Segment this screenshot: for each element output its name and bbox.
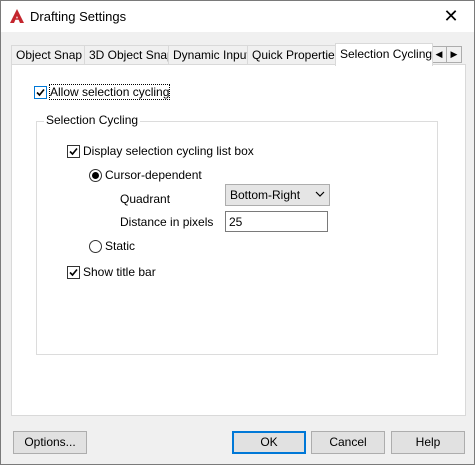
show-title-bar-label[interactable]: Show title bar xyxy=(83,265,156,279)
tab-dynamic-input[interactable]: Dynamic Input xyxy=(168,45,250,65)
drafting-settings-dialog: Drafting Settings ✕ Object Snap 3D Objec… xyxy=(0,0,475,465)
title-bar: Drafting Settings ✕ xyxy=(1,1,474,32)
group-title: Selection Cycling xyxy=(44,113,141,127)
help-button[interactable]: Help xyxy=(391,431,465,454)
tab-scroll-right-icon[interactable]: ▶ xyxy=(446,46,462,63)
tab-quick-properties[interactable]: Quick Properties xyxy=(247,45,341,65)
window-title: Drafting Settings xyxy=(30,9,127,24)
tab-object-snap[interactable]: Object Snap xyxy=(11,45,85,65)
checkmark-icon xyxy=(69,147,78,156)
display-list-box-checkbox[interactable] xyxy=(67,145,80,158)
display-list-box-label[interactable]: Display selection cycling list box xyxy=(83,144,254,158)
static-label[interactable]: Static xyxy=(105,239,135,253)
allow-selection-cycling-label[interactable]: Allow selection cycling xyxy=(48,84,171,100)
tab-scroll-left-icon[interactable]: ◀ xyxy=(431,46,447,63)
cancel-button[interactable]: Cancel xyxy=(311,431,385,454)
distance-in-pixels-input[interactable]: 25 xyxy=(225,211,328,232)
show-title-bar-checkbox[interactable] xyxy=(67,266,80,279)
tab-strip: Object Snap 3D Object Snap Dynamic Input… xyxy=(11,43,466,66)
quadrant-dropdown[interactable]: Bottom-Right xyxy=(225,184,330,206)
quadrant-value: Bottom-Right xyxy=(230,188,301,202)
chevron-down-icon xyxy=(315,191,325,197)
radio-selected-dot xyxy=(92,172,99,179)
options-button[interactable]: Options... xyxy=(13,431,87,454)
ok-button[interactable]: OK xyxy=(232,431,306,454)
close-icon[interactable]: ✕ xyxy=(428,1,474,32)
tab-selection-cycling[interactable]: Selection Cycling xyxy=(335,43,433,66)
checkmark-icon xyxy=(69,268,78,277)
distance-in-pixels-label: Distance in pixels xyxy=(120,215,214,229)
cursor-dependent-radio[interactable] xyxy=(89,169,102,182)
selection-cycling-panel: Allow selection cycling Selection Cyclin… xyxy=(11,64,466,416)
autocad-app-icon xyxy=(9,8,25,24)
checkmark-icon xyxy=(36,88,45,97)
quadrant-label: Quadrant xyxy=(120,192,171,206)
allow-selection-cycling-checkbox[interactable] xyxy=(34,86,47,99)
tab-3d-object-snap[interactable]: 3D Object Snap xyxy=(84,45,174,65)
selection-cycling-group: Selection Cycling Display selection cycl… xyxy=(36,113,438,355)
distance-value: 25 xyxy=(229,215,243,229)
cursor-dependent-label[interactable]: Cursor-dependent xyxy=(105,168,202,182)
static-radio[interactable] xyxy=(89,240,102,253)
